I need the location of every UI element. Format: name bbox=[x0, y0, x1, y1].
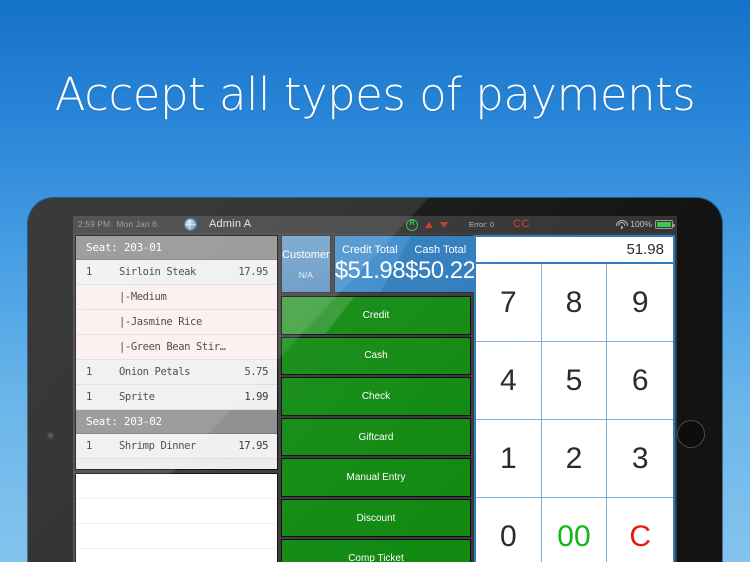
keypad-key-0[interactable]: 0 bbox=[476, 498, 542, 562]
item-quantity: 1 bbox=[86, 366, 92, 378]
ipad-device: 2:59 PM Mon Jan 6 Admin A R Error: 0 CC bbox=[28, 198, 722, 562]
order-item-row[interactable]: 1 Shrimp Dinner 17.95 bbox=[76, 434, 277, 459]
page-title: Accept all types of payments bbox=[54, 68, 696, 121]
home-button[interactable] bbox=[677, 420, 705, 448]
item-quantity: 1 bbox=[86, 391, 92, 403]
seat-header[interactable]: Seat: 203-02 bbox=[76, 410, 277, 434]
credit-total-label: Credit Total bbox=[342, 243, 398, 256]
keypad-key-6[interactable]: 6 bbox=[607, 342, 673, 420]
payment-button-label: Check bbox=[361, 390, 391, 402]
credit-total: Credit Total $51.98 bbox=[334, 236, 406, 292]
order-modifier-row[interactable]: |-Jasmine Rice bbox=[76, 310, 277, 335]
payment-button-manual-entry[interactable]: Manual Entry bbox=[281, 458, 471, 497]
item-name: Shrimp Dinner bbox=[119, 440, 196, 452]
cash-total-value: $50.22 bbox=[405, 256, 476, 284]
payment-button-discount[interactable]: Discount bbox=[281, 498, 471, 538]
payment-button-label: Giftcard bbox=[358, 431, 394, 443]
item-price: 1.99 bbox=[244, 391, 268, 403]
payment-button-check[interactable]: Check bbox=[281, 377, 471, 416]
item-name: Onion Petals bbox=[119, 366, 191, 378]
current-user-label[interactable]: Admin A bbox=[209, 216, 251, 233]
payment-button-credit[interactable]: Credit bbox=[281, 296, 471, 335]
status-bar-left: 2:59 PM Mon Jan 6 Admin A bbox=[78, 216, 251, 233]
status-bar-right: 100% bbox=[615, 216, 675, 233]
order-ticket-list[interactable]: Seat: 203-01 1 Sirloin Steak 17.95 |-Medium |… bbox=[75, 235, 278, 470]
payment-column: Customer N/A Credit Total $51.98 Cash To… bbox=[281, 235, 531, 562]
promo-screenshot: Accept all types of payments 2:59 PM Mon… bbox=[0, 0, 750, 562]
battery-percent-label: 100% bbox=[630, 219, 652, 229]
wifi-icon bbox=[615, 219, 628, 229]
item-name: Sirloin Steak bbox=[119, 266, 196, 278]
payment-button-label: Credit bbox=[362, 309, 390, 321]
item-name: Sprite bbox=[119, 391, 155, 403]
payment-button-label: Cash bbox=[364, 350, 388, 362]
keypad-key-4[interactable]: 4 bbox=[476, 342, 542, 420]
numeric-keypad-panel: 51.98 7 8 9 4 5 6 1 2 3 0 00 C bbox=[474, 235, 675, 562]
item-quantity: 1 bbox=[86, 266, 92, 278]
order-item-row[interactable]: 1 Sirloin Steak 17.95 bbox=[76, 260, 277, 285]
item-price: 17.95 bbox=[238, 440, 268, 452]
status-bar: 2:59 PM Mon Jan 6 Admin A R Error: 0 CC bbox=[73, 216, 677, 233]
order-item-row[interactable]: 1 Sprite 1.99 bbox=[76, 385, 277, 410]
item-price: 17.95 bbox=[238, 266, 268, 278]
globe-icon bbox=[184, 219, 196, 230]
order-modifier-row[interactable]: |-Medium bbox=[76, 285, 277, 310]
customer-button-value: N/A bbox=[298, 269, 313, 280]
order-notes-panel[interactable] bbox=[75, 473, 278, 562]
triangle-down-icon bbox=[440, 221, 448, 228]
customer-button-label: Customer bbox=[282, 248, 330, 261]
front-camera bbox=[48, 433, 53, 438]
keypad-keys: 7 8 9 4 5 6 1 2 3 0 00 C bbox=[476, 264, 673, 562]
amount-display[interactable]: 51.98 bbox=[476, 237, 673, 264]
keypad-key-1[interactable]: 1 bbox=[476, 420, 542, 498]
triangle-up-icon bbox=[425, 221, 433, 228]
cash-total-label: Cash Total bbox=[414, 243, 467, 256]
payment-button-giftcard[interactable]: Giftcard bbox=[281, 417, 471, 457]
payment-button-label: Comp Ticket bbox=[348, 553, 404, 562]
payment-method-buttons: Credit Cash Check Giftcard Manual Entry Disco… bbox=[281, 296, 471, 562]
battery-full-icon bbox=[655, 220, 675, 229]
item-name: |-Medium bbox=[119, 291, 167, 303]
totals-display: Credit Total $51.98 Cash Total $50.22 bbox=[333, 235, 477, 293]
payment-button-comp-ticket[interactable]: Comp Ticket bbox=[281, 539, 471, 562]
cash-total: Cash Total $50.22 bbox=[405, 236, 476, 292]
item-price: 5.75 bbox=[244, 366, 268, 378]
status-time: 2:59 PM bbox=[78, 219, 111, 229]
pos-app: Seat: 203-01 1 Sirloin Steak 17.95 |-Medium |… bbox=[73, 233, 677, 562]
payment-button-label: Discount bbox=[356, 512, 396, 524]
ipad-screen: 2:59 PM Mon Jan 6 Admin A R Error: 0 CC bbox=[73, 216, 677, 562]
keypad-key-C[interactable]: C bbox=[607, 498, 673, 562]
keypad-key-8[interactable]: 8 bbox=[541, 264, 608, 342]
order-item-row[interactable]: 1 Onion Petals 5.75 bbox=[76, 360, 277, 385]
payment-button-label: Manual Entry bbox=[346, 472, 406, 484]
payment-button-cash[interactable]: Cash bbox=[281, 336, 471, 376]
item-name: |-Jasmine Rice bbox=[119, 316, 202, 328]
keypad-key-2[interactable]: 2 bbox=[541, 420, 608, 498]
status-bar-center: R Error: 0 CC bbox=[406, 216, 530, 233]
status-date: Mon Jan 6 bbox=[116, 219, 157, 229]
order-column: Seat: 203-01 1 Sirloin Steak 17.95 |-Medium |… bbox=[75, 235, 278, 562]
item-name: |-Green Bean Stir… bbox=[119, 341, 226, 353]
customer-button[interactable]: Customer N/A bbox=[281, 235, 331, 293]
seat-header[interactable]: Seat: 203-01 bbox=[76, 236, 277, 260]
cc-status-label: CC bbox=[513, 218, 530, 230]
keypad-key-3[interactable]: 3 bbox=[607, 420, 673, 498]
error-count-label: Error: 0 bbox=[469, 220, 495, 229]
keypad-key-9[interactable]: 9 bbox=[607, 264, 673, 342]
totals-row: Customer N/A Credit Total $51.98 Cash To… bbox=[281, 235, 531, 293]
order-modifier-row[interactable]: |-Green Bean Stir… bbox=[76, 335, 277, 360]
keypad-key-00[interactable]: 00 bbox=[541, 498, 608, 562]
keypad-key-7[interactable]: 7 bbox=[476, 264, 542, 342]
register-status-icon: R bbox=[406, 218, 418, 231]
keypad-key-5[interactable]: 5 bbox=[541, 342, 608, 420]
credit-total-value: $51.98 bbox=[334, 256, 406, 284]
item-quantity: 1 bbox=[86, 440, 92, 452]
